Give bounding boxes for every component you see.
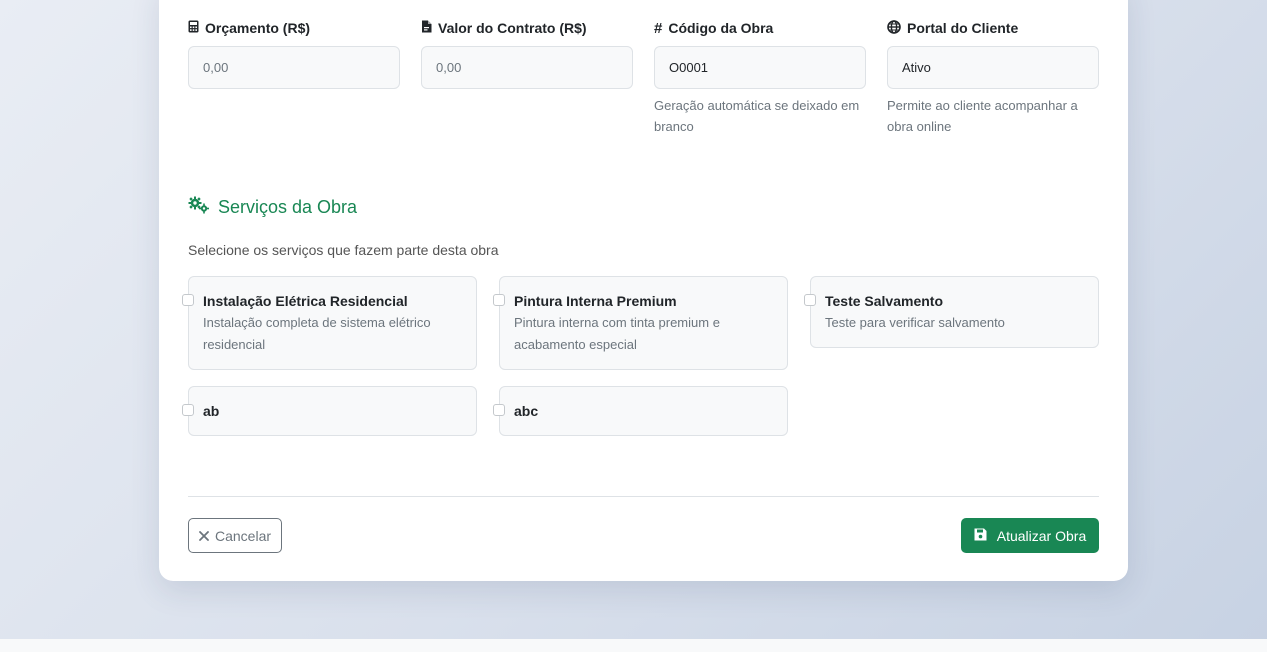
work-code-input[interactable] [654,46,866,89]
gears-icon [188,196,210,219]
service-name: Pintura Interna Premium [514,293,677,309]
service-card[interactable]: ab [182,386,477,436]
service-name: ab [203,403,220,419]
floppy-disk-icon [974,528,987,544]
service-name: Instalação Elétrica Residencial [203,293,408,309]
work-code-help: Geração automática se deixado em branco [654,98,860,134]
update-work-button-label: Atualizar Obra [996,527,1087,544]
service-description: Instalação completa de sistema elétrico … [203,315,431,352]
services-section-title: Serviços da Obra [188,196,357,219]
close-icon [199,528,209,544]
page-footer-strip [0,639,1267,652]
budget-input[interactable] [188,46,400,89]
work-code-label-text: Código da Obra [668,20,774,36]
work-code-field: # Código da Obra Geração automática se d… [654,18,866,137]
cancel-button[interactable]: Cancelar [188,518,282,553]
contract-value-label: Valor do Contrato (R$) [421,18,633,38]
services-section-subtitle: Selecione os serviços que fazem parte de… [188,242,499,258]
service-description: Teste para verificar salvamento [825,315,1005,330]
service-checkbox[interactable] [493,404,505,416]
budget-field: Orçamento (R$) [188,18,400,89]
client-portal-select[interactable] [887,46,1099,89]
service-checkbox[interactable] [493,294,505,306]
file-contract-icon [421,20,432,36]
service-checkbox[interactable] [804,294,816,306]
client-portal-label-text: Portal do Cliente [907,20,1019,36]
budget-label: Orçamento (R$) [188,18,400,38]
cancel-button-label: Cancelar [214,527,272,544]
service-card[interactable]: Teste Salvamento Teste para verificar sa… [804,276,1099,348]
services-section-title-text: Serviços da Obra [218,197,358,217]
client-portal-field: Portal do Cliente Permite ao cliente aco… [887,18,1099,137]
client-portal-help: Permite ao cliente acompanhar a obra onl… [887,98,1078,134]
service-checkbox[interactable] [182,294,194,306]
contract-value-input[interactable] [421,46,633,89]
service-name: Teste Salvamento [825,293,944,309]
service-card[interactable]: Instalação Elétrica Residencial Instalaç… [182,276,477,370]
budget-label-text: Orçamento (R$) [205,20,311,36]
service-card[interactable]: abc [493,386,788,436]
contract-value-field: Valor do Contrato (R$) [421,18,633,89]
client-portal-label: Portal do Cliente [887,18,1099,38]
hashtag-icon: # [654,19,663,37]
work-code-label: # Código da Obra [654,18,866,38]
globe-icon [887,19,901,37]
contract-value-label-text: Valor do Contrato (R$) [438,20,587,36]
calculator-icon [188,20,199,36]
service-checkbox[interactable] [182,404,194,416]
service-name: abc [514,403,539,419]
update-work-button[interactable]: Atualizar Obra [961,518,1099,553]
service-card[interactable]: Pintura Interna Premium Pintura interna … [493,276,788,370]
form-divider [188,496,1099,497]
service-description: Pintura interna com tinta premium e acab… [514,315,720,352]
